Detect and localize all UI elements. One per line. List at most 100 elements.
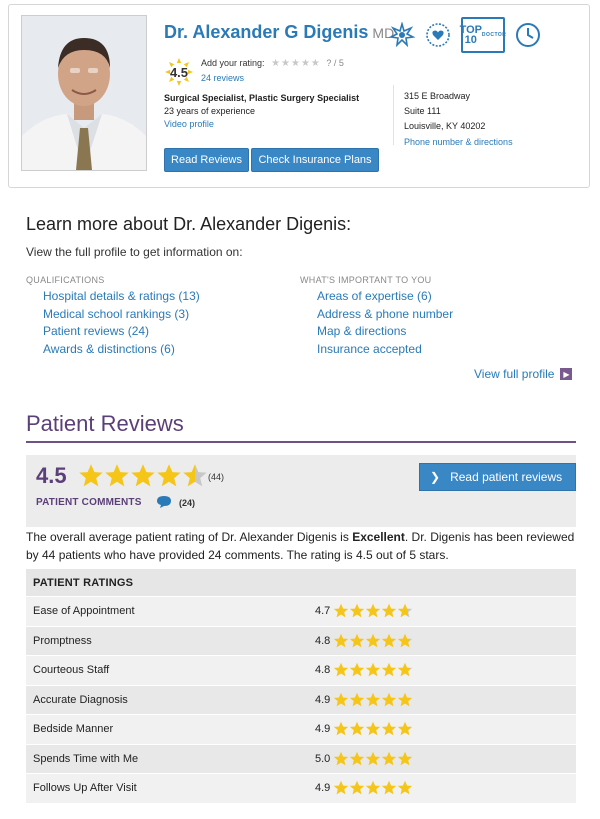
reviews-count-link[interactable]: 24 reviews — [201, 73, 244, 83]
patients-choice-icon[interactable] — [389, 21, 415, 49]
patient-comments-count: (24) — [179, 498, 196, 508]
patient-comments-label[interactable]: PATIENT COMMENTS — [36, 497, 142, 508]
qualification-link[interactable]: Hospital details & ratings (13) — [43, 288, 200, 306]
view-full-profile-label[interactable]: View full profile — [474, 367, 554, 381]
star-icon — [333, 721, 349, 736]
rating-stars — [333, 603, 413, 619]
star-icon — [349, 662, 365, 677]
star-icon — [365, 751, 381, 765]
read-patient-reviews-button[interactable]: ❯ Read patient reviews — [419, 463, 576, 491]
top10-sublabel: DOCTOR — [481, 32, 507, 38]
star-icon — [397, 692, 413, 706]
section-rule — [26, 441, 576, 443]
address-line: 315 E Broadway — [404, 91, 471, 101]
star-icon — [381, 633, 397, 647]
star-icon — [365, 633, 381, 647]
important-heading: WHAT'S IMPORTANT TO YOU — [300, 275, 432, 285]
summary-rating-word: Excellent — [352, 530, 405, 544]
add-rating-stars[interactable]: ★★★★★ — [271, 58, 321, 69]
summary-prefix: The overall average patient rating of Dr… — [26, 530, 353, 544]
star-icon — [131, 464, 155, 487]
learn-more-subtitle: View the full profile to get information… — [26, 245, 243, 259]
comment-bubble-icon — [157, 496, 171, 508]
rating-summary: 4.5 (44) PATIENT COMMENTS (24) ❯ Read pa… — [26, 455, 576, 527]
doctor-card: Dr. Alexander G Digenis MD TOP 10 DOCTOR … — [8, 4, 590, 188]
overall-score: 4.5 — [36, 463, 67, 488]
star-icon — [397, 721, 413, 736]
star-icon — [381, 751, 397, 765]
star-icon — [381, 692, 397, 706]
overall-rating-count: (44) — [208, 472, 225, 482]
doctor-name-text[interactable]: Dr. Alexander G Digenis — [164, 22, 368, 42]
rating-label: Spends Time with Me — [33, 752, 139, 765]
star-icon — [365, 780, 381, 795]
arrow-right-icon[interactable]: ▶ — [560, 368, 573, 380]
star-icon — [381, 780, 397, 795]
read-reviews-button[interactable]: Read Reviews — [164, 148, 249, 172]
doctor-score: 4.5 — [169, 64, 189, 80]
star-icon — [397, 662, 413, 677]
top10-label: TOP 10 — [459, 24, 483, 46]
view-full-profile-link[interactable]: View full profile ▶ — [474, 367, 573, 381]
top10-doctor-badge[interactable]: TOP 10 DOCTOR — [459, 17, 507, 53]
rating-label: Promptness — [33, 634, 92, 647]
phone-directions-link[interactable]: Phone number & directions — [404, 137, 513, 147]
rating-label: Accurate Diagnosis — [33, 693, 128, 706]
specialty: Surgical Specialist, Plastic Surgery Spe… — [164, 93, 360, 103]
rating-stars — [333, 692, 413, 708]
important-link[interactable]: Areas of expertise (6) — [317, 288, 453, 306]
important-link[interactable]: Map & directions — [317, 323, 453, 341]
rating-row: Follows Up After Visit 4.9 — [26, 773, 576, 803]
address-line: Suite 111 — [404, 106, 441, 116]
star-icon — [333, 780, 349, 795]
star-icon — [333, 603, 349, 618]
compassionate-doctor-icon[interactable] — [425, 21, 451, 49]
star-icon — [157, 464, 181, 487]
star-icon — [183, 464, 207, 487]
on-time-doctor-icon[interactable] — [515, 21, 541, 49]
rating-label: Follows Up After Visit — [33, 782, 137, 795]
star-icon — [79, 464, 103, 487]
qualification-link[interactable]: Patient reviews (24) — [43, 323, 200, 341]
star-icon — [381, 721, 397, 736]
important-link[interactable]: Address & phone number — [317, 306, 453, 324]
address: 315 E Broadway Suite 111 Louisville, KY … — [404, 89, 485, 134]
patient-ratings-heading: PATIENT RATINGS — [26, 569, 576, 596]
star-icon — [397, 633, 413, 647]
address-line: Louisville, KY 40202 — [404, 121, 486, 131]
rating-rows: Ease of Appointment 4.7 Promptness 4.8 Court… — [26, 596, 576, 803]
rating-row: Courteous Staff 4.8 — [26, 655, 576, 685]
rating-stars — [333, 751, 413, 767]
rating-row: Bedside Manner 4.9 — [26, 714, 576, 744]
rating-row: Promptness 4.8 — [26, 625, 576, 655]
rating-value: 4.8 — [315, 664, 331, 677]
rating-value: 4.9 — [315, 723, 331, 736]
read-patient-reviews-label: Read patient reviews — [450, 470, 563, 484]
star-icon — [381, 603, 397, 618]
important-link[interactable]: Insurance accepted — [317, 341, 453, 359]
score-burst: 4.5 — [164, 57, 194, 87]
rating-summary-text: The overall average patient rating of Dr… — [26, 528, 576, 564]
rating-value: 5.0 — [315, 752, 331, 765]
rating-label: Courteous Staff — [33, 664, 110, 677]
doctor-photo[interactable] — [21, 15, 147, 171]
doctor-name[interactable]: Dr. Alexander G Digenis MD — [164, 22, 394, 43]
star-icon — [349, 692, 365, 706]
rating-stars — [333, 633, 413, 649]
important-list: Areas of expertise (6) Address & phone n… — [317, 288, 453, 358]
qualification-link[interactable]: Medical school rankings (3) — [43, 306, 200, 324]
star-icon — [365, 721, 381, 736]
check-insurance-button[interactable]: Check Insurance Plans — [251, 148, 379, 172]
divider — [393, 85, 394, 145]
video-profile-link[interactable]: Video profile — [164, 119, 214, 129]
star-icon — [333, 662, 349, 677]
patient-ratings-table: PATIENT RATINGS Ease of Appointment 4.7 Pr… — [26, 569, 576, 803]
rating-stars — [333, 780, 413, 796]
star-icon — [381, 662, 397, 677]
qualification-link[interactable]: Awards & distinctions (6) — [43, 341, 200, 359]
star-icon — [349, 633, 365, 647]
star-icon — [333, 633, 349, 647]
rating-value: 4.9 — [315, 782, 331, 795]
rating-value: 4.9 — [315, 693, 331, 706]
qualifications-list: Hospital details & ratings (13) Medical … — [43, 288, 200, 358]
